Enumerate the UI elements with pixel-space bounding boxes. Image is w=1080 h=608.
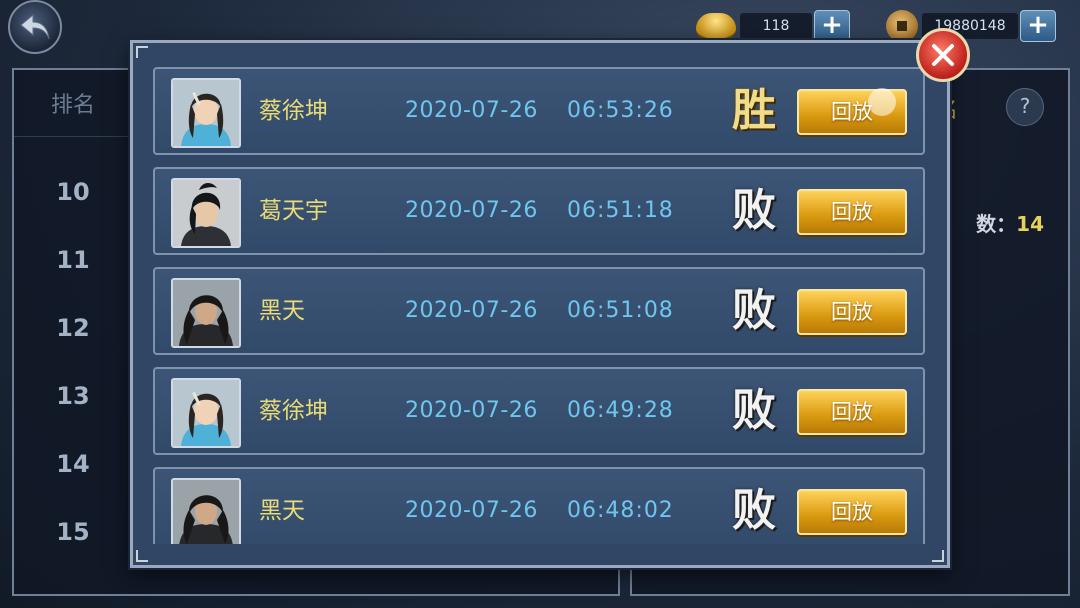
battle-time: 06:48:02 xyxy=(567,498,674,523)
opponent-name: 黑天 xyxy=(259,298,305,324)
avatar xyxy=(171,378,241,448)
battle-time: 06:49:28 xyxy=(567,398,674,423)
battle-date: 2020-07-26 xyxy=(405,298,538,323)
rank-number: 11 xyxy=(56,246,90,274)
avatar xyxy=(171,478,241,544)
wins-value: 14 xyxy=(1016,212,1044,236)
battle-time: 06:51:08 xyxy=(567,298,674,323)
battle-result-loss: 败 xyxy=(732,185,776,236)
battle-date: 2020-07-26 xyxy=(405,498,538,523)
battle-record-row: 葛天宇 2020-07-26 06:51:18 败 回放 xyxy=(153,167,925,255)
battle-record-list[interactable]: 蔡徐坤 2020-07-26 06:53:26 胜 回放 葛天宇 2020-07… xyxy=(153,67,927,544)
battle-date: 2020-07-26 xyxy=(405,98,538,123)
replay-button[interactable]: 回放 xyxy=(797,189,907,235)
battle-date: 2020-07-26 xyxy=(405,198,538,223)
wins-label: 数： xyxy=(976,212,1017,236)
battle-record-row: 蔡徐坤 2020-07-26 06:53:26 胜 回放 xyxy=(153,67,925,155)
help-button[interactable]: ? xyxy=(1006,88,1044,126)
battle-time: 06:51:18 xyxy=(567,198,674,223)
opponent-name: 蔡徐坤 xyxy=(259,98,328,124)
rank-number: 15 xyxy=(56,518,90,546)
battle-date: 2020-07-26 xyxy=(405,398,538,423)
touch-indicator xyxy=(868,88,896,116)
rank-number: 14 xyxy=(56,450,90,478)
opponent-name: 蔡徐坤 xyxy=(259,398,328,424)
opponent-name: 葛天宇 xyxy=(259,198,328,224)
battle-result-loss: 败 xyxy=(732,285,776,336)
battle-record-row: 黑天 2020-07-26 06:48:02 败 回放 xyxy=(153,467,925,544)
ingot-amount: 118 xyxy=(740,13,812,39)
battle-result-loss: 败 xyxy=(732,485,776,536)
avatar xyxy=(171,78,241,148)
add-coin-button[interactable]: + xyxy=(1020,10,1056,42)
back-arrow-icon xyxy=(20,13,50,40)
replay-button[interactable]: 回放 xyxy=(797,389,907,435)
battle-result-loss: 败 xyxy=(732,385,776,436)
add-ingot-button[interactable]: + xyxy=(814,10,850,42)
wins-count: 数：14 xyxy=(976,208,1044,237)
rank-number: 13 xyxy=(56,382,90,410)
avatar xyxy=(171,178,241,248)
battle-record-row: 黑天 2020-07-26 06:51:08 败 回放 xyxy=(153,267,925,355)
coin-currency: 19880148 + xyxy=(886,10,1056,42)
avatar xyxy=(171,278,241,348)
battle-log-dialog: 蔡徐坤 2020-07-26 06:53:26 胜 回放 葛天宇 2020-07… xyxy=(130,40,950,568)
close-dialog-button[interactable] xyxy=(916,28,970,82)
rank-number: 10 xyxy=(56,178,90,206)
rank-number: 12 xyxy=(56,314,90,342)
copper-coin-icon xyxy=(886,10,918,42)
replay-button[interactable]: 回放 xyxy=(797,289,907,335)
gold-ingot-icon xyxy=(696,13,736,39)
battle-result-win: 胜 xyxy=(732,85,776,136)
battle-time: 06:53:26 xyxy=(567,98,674,123)
opponent-name: 黑天 xyxy=(259,498,305,524)
back-button[interactable] xyxy=(8,0,62,54)
ingot-currency: 118 + xyxy=(696,10,850,42)
battle-record-row: 蔡徐坤 2020-07-26 06:49:28 败 回放 xyxy=(153,367,925,455)
replay-button[interactable]: 回放 xyxy=(797,489,907,535)
close-x-icon xyxy=(932,44,954,66)
rank-list: 10 11 12 13 14 15 xyxy=(14,158,132,566)
rank-column-header: 排名 xyxy=(14,70,132,137)
